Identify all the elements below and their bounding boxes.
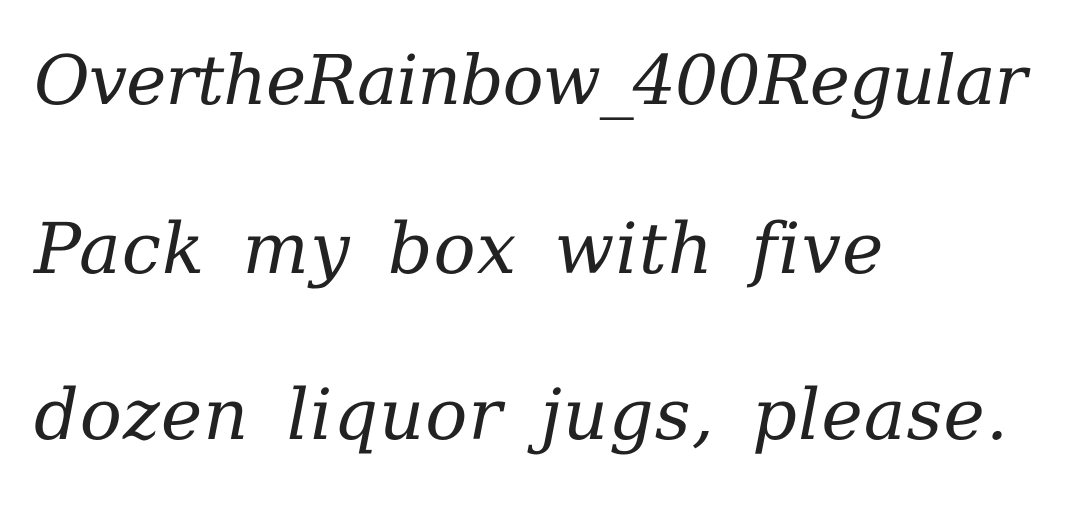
font-preview-canvas: OvertheRainbow_400Regular Pack my box wi… (0, 0, 1065, 525)
sample-text-line-1: Pack my box with five (34, 208, 885, 290)
font-name-label: OvertheRainbow_400Regular (34, 42, 1027, 121)
sample-text-line-2: dozen liquor jugs, please. (34, 374, 1010, 456)
